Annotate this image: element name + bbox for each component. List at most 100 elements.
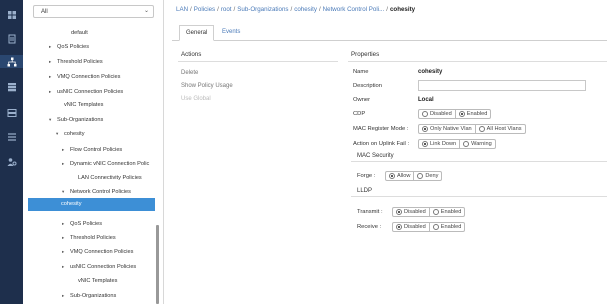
cdp-label: CDP (353, 111, 366, 117)
tree-item-label: usNIC Connection Policies (70, 264, 137, 270)
breadcrumb-link[interactable]: Policies (194, 6, 215, 13)
caret-right-icon[interactable]: ▸ (49, 59, 57, 65)
description-label: Description (353, 83, 382, 89)
caret-right-icon[interactable]: ▸ (62, 235, 70, 241)
tree-item[interactable]: ▸ QoS Policies (49, 44, 89, 50)
receive-disabled-option[interactable]: Disabled (393, 223, 429, 231)
receive-radio-group: Disabled Enabled (392, 222, 466, 232)
tree-item[interactable]: ▸ QoS Policies (62, 221, 102, 227)
tab-general[interactable]: General (179, 25, 215, 41)
caret-right-icon[interactable]: ▸ (49, 89, 57, 95)
tree-item[interactable]: ▸ usNIC Connection Policies (62, 264, 136, 270)
transmit-label: Transmit : (357, 209, 383, 215)
warning-option[interactable]: Warning (459, 140, 495, 148)
option-label: Enabled (440, 224, 462, 230)
option-label: Only Native Vlan (430, 126, 472, 132)
breadcrumb-link[interactable]: cohesity (294, 6, 317, 13)
caret-right-icon[interactable]: ▸ (62, 249, 70, 255)
cdp-disabled-option[interactable]: Disabled (419, 110, 455, 118)
tree-item[interactable]: ▸ Flow Control Policies (62, 147, 122, 153)
radio-icon (432, 224, 439, 230)
servers-icon[interactable] (5, 106, 18, 119)
uplink-fail-radio-group: Link Down Warning (418, 139, 496, 149)
dashboard-icon[interactable] (5, 8, 18, 21)
actions-heading: Actions (181, 51, 202, 58)
tree-item[interactable]: ▸ Threshold Policies (49, 59, 103, 65)
tree-item[interactable]: ▸ Sub-Organizations (62, 293, 116, 299)
caret-right-icon[interactable]: ▸ (62, 293, 70, 299)
tree-item[interactable]: ▸ VMQ Connection Policies (49, 74, 120, 80)
tree-item[interactable]: ▸ Threshold Policies (62, 235, 116, 241)
tab-events[interactable]: Events (216, 25, 246, 39)
caret-right-icon[interactable]: ▸ (62, 161, 70, 167)
delete-link[interactable]: Delete (181, 70, 198, 76)
tree-item[interactable]: vNIC Templates (70, 278, 117, 284)
tree-item[interactable]: ▾ cohesity (56, 131, 85, 137)
forge-allow-option[interactable]: Allow (386, 172, 413, 180)
tree-item[interactable]: default (63, 30, 88, 36)
radio-icon (422, 111, 428, 117)
link-down-option[interactable]: Link Down (419, 140, 459, 148)
all-host-vlans-option[interactable]: All Host Vlans (474, 125, 525, 133)
network-icon[interactable] (0, 55, 23, 68)
list-icon[interactable] (5, 130, 18, 143)
caret-right-icon[interactable]: ▸ (62, 221, 70, 227)
tree-item[interactable]: ▾ Network Control Policies (62, 189, 131, 195)
forge-deny-option[interactable]: Deny (413, 172, 441, 180)
radio-selected-icon (422, 141, 428, 147)
actions-divider (178, 61, 338, 62)
properties-divider (348, 61, 607, 62)
tree-item[interactable]: LAN Connectivity Policies (70, 175, 142, 181)
caret-right-icon[interactable]: ▸ (49, 44, 57, 50)
breadcrumb-link[interactable]: Sub-Organizations (237, 6, 288, 13)
lldp-divider (351, 196, 607, 197)
tree-item[interactable]: ▸ VMQ Connection Policies (62, 249, 133, 255)
caret-right-icon[interactable]: ▸ (49, 74, 57, 80)
tree-item-label: Network Control Policies (70, 189, 131, 195)
use-global-link[interactable]: Use Global (181, 96, 211, 102)
radio-icon (478, 126, 485, 132)
admin-icon[interactable] (5, 155, 18, 168)
option-label: Enabled (440, 209, 462, 215)
tree-item-label: Threshold Policies (57, 59, 103, 65)
tree-item[interactable]: vNIC Templates (56, 102, 103, 108)
tree-item-label: Sub-Organizations (70, 293, 117, 299)
radio-selected-icon (422, 126, 428, 132)
option-label: All Host Vlans (486, 126, 522, 132)
tree-item[interactable]: ▾ Sub-Organizations (49, 117, 103, 123)
transmit-disabled-option[interactable]: Disabled (393, 208, 429, 216)
cdp-enabled-option[interactable]: Enabled (454, 110, 491, 118)
caret-down-icon[interactable]: ▾ (49, 117, 57, 123)
breadcrumb-link[interactable]: LAN (176, 6, 188, 13)
option-label: Disabled (404, 224, 426, 230)
tab-bar: General Events (172, 25, 607, 41)
transmit-radio-group: Disabled Enabled (392, 207, 466, 217)
tree-item-label: default (71, 30, 88, 36)
caret-down-icon[interactable]: ▾ (56, 131, 64, 137)
caret-right-icon[interactable]: ▸ (62, 264, 70, 270)
breadcrumb: LAN / Policies / root / Sub-Organizations / cohe… (176, 6, 415, 13)
properties-heading: Properties (351, 51, 380, 58)
radio-selected-icon (396, 209, 402, 215)
receive-enabled-option[interactable]: Enabled (428, 223, 465, 231)
owner-value: Local (418, 97, 434, 103)
option-label: Disabled (430, 111, 452, 117)
tree-item-label: Sub-Organizations (57, 117, 104, 123)
tree-item-label: usNIC Connection Policies (57, 89, 124, 95)
transmit-enabled-option[interactable]: Enabled (428, 208, 465, 216)
breadcrumb-link[interactable]: root (221, 6, 232, 13)
only-native-vlan-option[interactable]: Only Native Vlan (419, 125, 475, 133)
tree-item[interactable]: ▸ usNIC Connection Policies (49, 89, 123, 95)
tree-scrollbar[interactable] (156, 225, 159, 304)
tree-item[interactable]: ▸ Dynamic vNIC Connection Polic (62, 161, 149, 167)
storage-icon[interactable] (5, 80, 18, 93)
caret-right-icon[interactable]: ▸ (62, 147, 70, 153)
breadcrumb-link[interactable]: Network Control Poli... (323, 6, 385, 13)
description-field[interactable] (418, 80, 586, 91)
equipment-icon[interactable] (5, 32, 18, 45)
tree-item[interactable]: cohesity (28, 198, 155, 211)
filter-dropdown[interactable]: All ⌄ (33, 5, 154, 18)
caret-down-icon[interactable]: ▾ (62, 189, 70, 195)
show-policy-usage-link[interactable]: Show Policy Usage (181, 83, 233, 89)
tree-item-label: VMQ Connection Policies (57, 74, 121, 80)
